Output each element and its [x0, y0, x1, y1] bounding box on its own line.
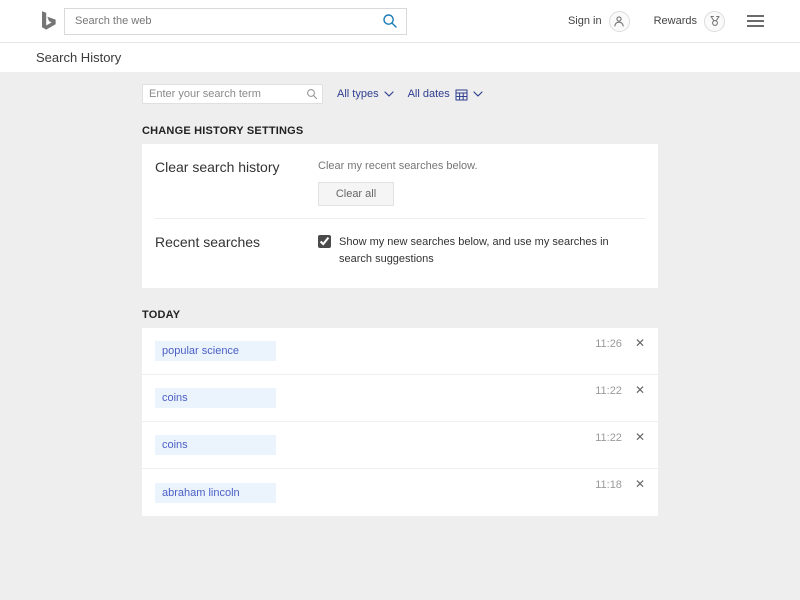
- top-bar-right: Sign in Rewards: [568, 11, 764, 32]
- profile-icon[interactable]: [609, 11, 630, 32]
- bing-logo-icon[interactable]: [36, 8, 60, 34]
- close-icon[interactable]: ✕: [635, 430, 645, 444]
- show-searches-checkbox-label[interactable]: Show my new searches below, and use my s…: [339, 234, 615, 267]
- hamburger-menu-icon[interactable]: [747, 15, 764, 27]
- show-searches-checkbox[interactable]: [318, 235, 331, 248]
- history-time: 11:22: [595, 432, 622, 444]
- history-query-link[interactable]: coins: [155, 435, 276, 455]
- person-icon: [613, 15, 625, 27]
- history-time: 11:26: [595, 338, 622, 350]
- close-icon[interactable]: ✕: [635, 336, 645, 350]
- chevron-down-icon: [384, 91, 394, 97]
- history-item-row: abraham lincoln 11:18 ✕: [142, 469, 658, 516]
- history-query-link[interactable]: abraham lincoln: [155, 483, 276, 503]
- web-search-box: [64, 8, 407, 35]
- clear-history-description: Clear my recent searches below.: [318, 160, 645, 172]
- page-header: Search History: [0, 43, 800, 72]
- page-title: Search History: [36, 50, 121, 65]
- calendar-icon: [455, 88, 468, 101]
- rewards-icon[interactable]: [704, 11, 725, 32]
- close-icon[interactable]: ✕: [635, 477, 645, 491]
- sign-in-link[interactable]: Sign in: [568, 15, 602, 27]
- type-filter-dropdown[interactable]: All types: [337, 88, 394, 100]
- today-section-title: TODAY: [142, 309, 658, 321]
- clear-all-button[interactable]: Clear all: [318, 182, 394, 206]
- settings-section-title: CHANGE HISTORY SETTINGS: [142, 125, 658, 137]
- history-search-box: [142, 84, 323, 104]
- medal-icon: [709, 15, 721, 27]
- search-icon: [306, 88, 318, 100]
- history-query-link[interactable]: popular science: [155, 341, 276, 361]
- history-time: 11:22: [595, 385, 622, 397]
- settings-card: Clear search history Clear my recent sea…: [142, 144, 658, 288]
- close-icon[interactable]: ✕: [635, 383, 645, 397]
- recent-searches-row: Recent searches Show my new searches bel…: [142, 219, 658, 288]
- chevron-down-icon: [473, 91, 483, 97]
- web-search-button[interactable]: [374, 9, 406, 34]
- date-filter-label: All dates: [408, 88, 450, 100]
- recent-searches-label: Recent searches: [155, 232, 318, 276]
- web-search-input[interactable]: [65, 15, 374, 27]
- history-card: popular science 11:26 ✕ coins 11:22 ✕ co…: [142, 328, 658, 516]
- history-search-input[interactable]: [143, 88, 306, 100]
- type-filter-label: All types: [337, 88, 379, 100]
- clear-history-label: Clear search history: [155, 157, 318, 206]
- date-filter-dropdown[interactable]: All dates: [408, 88, 483, 101]
- history-query-link[interactable]: coins: [155, 388, 276, 408]
- history-time: 11:18: [595, 479, 622, 491]
- top-bar: Sign in Rewards: [0, 0, 800, 43]
- main-area: All types All dates CHANGE HISTORY SETTI…: [0, 72, 800, 516]
- history-item-row: popular science 11:26 ✕: [142, 328, 658, 375]
- history-item-row: coins 11:22 ✕: [142, 422, 658, 469]
- history-item-row: coins 11:22 ✕: [142, 375, 658, 422]
- rewards-link[interactable]: Rewards: [654, 15, 697, 27]
- history-filter-bar: All types All dates: [142, 84, 658, 104]
- magnifier-icon: [382, 13, 398, 29]
- clear-history-row: Clear search history Clear my recent sea…: [142, 144, 658, 218]
